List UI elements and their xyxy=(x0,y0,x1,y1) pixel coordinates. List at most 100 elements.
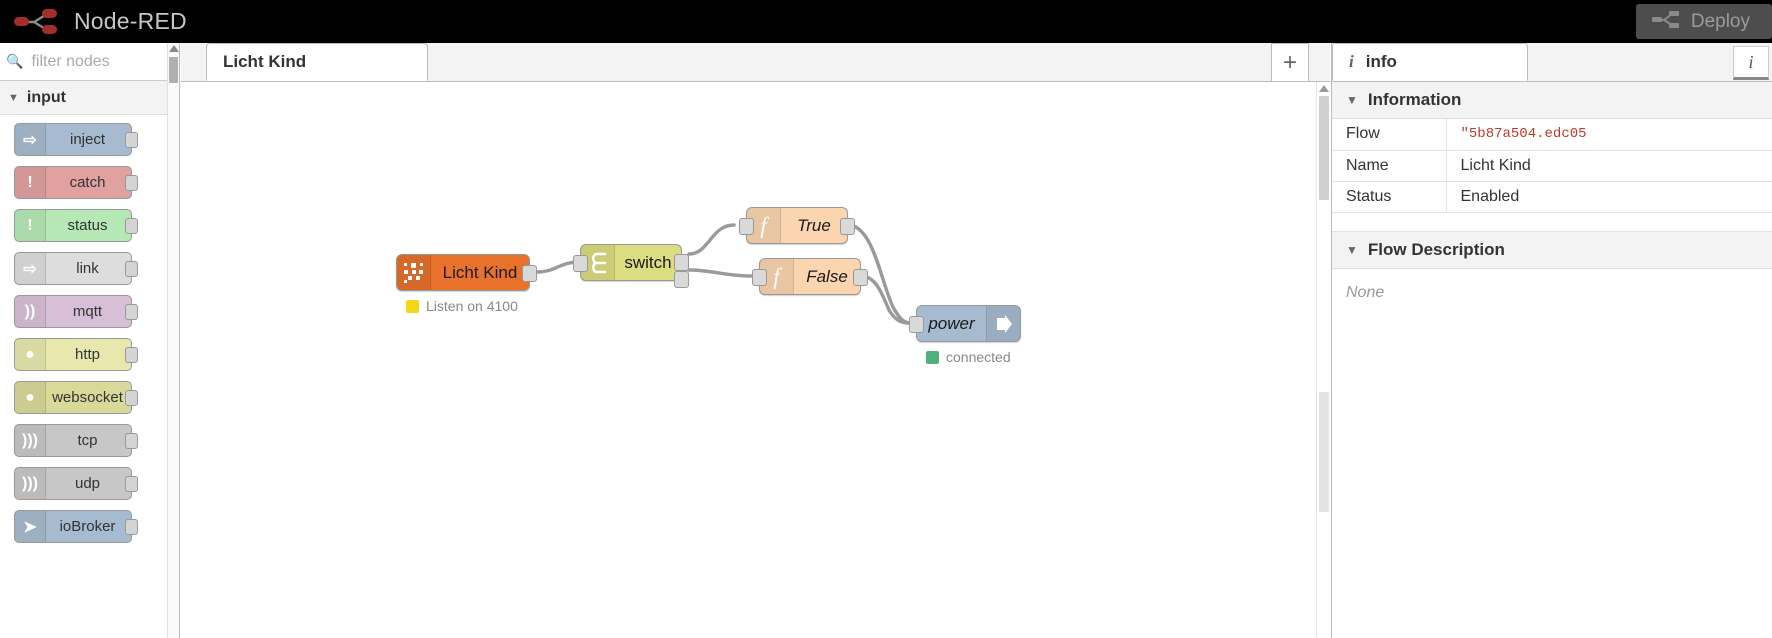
info-row-key: Name xyxy=(1332,150,1447,182)
node-input-port[interactable] xyxy=(573,255,588,272)
node-output-port-1[interactable] xyxy=(674,254,689,271)
palette-node-link[interactable]: ⇨ link xyxy=(14,252,138,285)
flow-node-switch[interactable]: switch xyxy=(573,244,689,288)
node-output-port[interactable] xyxy=(840,218,855,235)
status-dot xyxy=(406,299,419,313)
flow-node-label: False xyxy=(806,266,848,286)
palette-node-port xyxy=(125,390,138,406)
information-table: Flow "5b87a504.edc05 Name Licht Kind Status E… xyxy=(1332,119,1772,213)
node-output-port[interactable] xyxy=(522,265,537,282)
app-header: Node-RED Deploy xyxy=(0,0,1772,43)
arrow-right-icon xyxy=(986,306,1020,341)
tab-info[interactable]: i info xyxy=(1332,43,1528,81)
palette-node-port xyxy=(125,304,138,320)
deploy-icon xyxy=(1651,9,1680,35)
brand-logo-area: Node-RED xyxy=(0,8,187,36)
info-row-key: Status xyxy=(1332,181,1447,213)
palette-scroll-thumb[interactable] xyxy=(169,57,178,83)
tab-info-label: info xyxy=(1365,52,1397,71)
palette-node-port xyxy=(125,519,138,535)
node-output-port-2[interactable] xyxy=(674,271,689,288)
chevron-down-icon: ▼ xyxy=(8,91,19,104)
inject-arrow-icon: ⇨ xyxy=(15,124,46,155)
node-input-port[interactable] xyxy=(739,218,754,235)
section-title-flow-description: Flow Description xyxy=(1367,239,1505,259)
palette-scrollbar[interactable] xyxy=(167,43,179,638)
search-icon: 🔍 xyxy=(6,53,24,69)
palette-node-inject[interactable]: ⇨ inject xyxy=(14,123,138,156)
node-input-port[interactable] xyxy=(909,316,924,333)
palette-sidebar: 🔍 ▼ input ⇨ inject! catch ! status ⇨ link)) mqt… xyxy=(0,43,180,638)
chevron-down-icon: ▼ xyxy=(1346,93,1358,107)
node-input-port[interactable] xyxy=(752,269,767,286)
canvas-scrollbar[interactable] xyxy=(1316,82,1330,638)
palette-node-label: ioBroker xyxy=(59,518,116,535)
node-status-licht-kind: Listen on 4100 xyxy=(406,298,518,314)
palette-node-port xyxy=(125,347,138,363)
scroll-up-arrow-icon[interactable] xyxy=(1319,85,1329,92)
info-row-key: Flow xyxy=(1332,119,1447,151)
flow-tabbar: Licht Kind + xyxy=(181,43,1330,82)
palette-search-row[interactable]: 🔍 xyxy=(0,43,179,81)
flow-node-power[interactable]: power xyxy=(909,305,1021,342)
section-header-flow-description[interactable]: ▼ Flow Description xyxy=(1332,231,1772,269)
info-icon: i xyxy=(1748,51,1754,72)
alert-icon: ! xyxy=(15,167,46,198)
palette-node-websocket[interactable]: ● websocket xyxy=(14,381,138,414)
dots-grid-icon xyxy=(397,255,431,290)
flow-canvas[interactable]: Licht Kind Listen on 4100 switch f True f Fals… xyxy=(181,82,1330,638)
palette-node-udp[interactable]: ))) udp xyxy=(14,467,138,500)
status-dot xyxy=(926,350,939,364)
header-actions: Deploy xyxy=(1635,0,1772,43)
palette-node-port xyxy=(125,476,138,492)
palette-node-label: mqtt xyxy=(72,303,103,320)
sidebar-info-toggle-button[interactable]: i xyxy=(1733,46,1769,80)
canvas-scroll-thumb[interactable] xyxy=(1319,96,1329,200)
arrow-right-icon: ➤ xyxy=(15,511,46,542)
add-flow-button[interactable]: + xyxy=(1271,43,1309,81)
link-arrow-icon: ⇨ xyxy=(15,253,46,284)
deploy-button[interactable]: Deploy xyxy=(1635,4,1772,39)
flow-node-function-true[interactable]: f True xyxy=(739,207,855,244)
section-title-information: Information xyxy=(1367,90,1462,109)
palette-node-label: http xyxy=(74,346,101,363)
palette-node-iobroker[interactable]: ➤ ioBroker xyxy=(14,510,138,543)
flow-wires xyxy=(535,223,911,325)
flow-node-label: True xyxy=(797,215,831,235)
flow-node-licht-kind[interactable]: Licht Kind xyxy=(396,254,537,291)
palette-node-label: catch xyxy=(69,174,106,191)
scroll-up-arrow-icon[interactable] xyxy=(169,45,179,52)
signal-icon: ))) xyxy=(15,468,46,499)
canvas-scroll-thumb-lower[interactable] xyxy=(1319,392,1329,512)
node-status-power: connected xyxy=(926,349,1011,365)
info-row-value: Licht Kind xyxy=(1446,150,1772,182)
search-input[interactable] xyxy=(29,51,170,72)
palette-node-port xyxy=(125,175,138,191)
section-header-information[interactable]: ▼ Information xyxy=(1332,82,1772,119)
palette-node-label: link xyxy=(76,260,99,277)
palette-node-label: inject xyxy=(69,131,106,148)
palette-node-http[interactable]: ● http xyxy=(14,338,138,371)
palette-node-mqtt[interactable]: )) mqtt xyxy=(14,295,138,328)
node-status-text: Listen on 4100 xyxy=(426,298,518,314)
palette-node-tcp[interactable]: ))) tcp xyxy=(14,424,138,457)
node-output-port[interactable] xyxy=(853,269,868,286)
globe-icon: ● xyxy=(15,339,46,370)
palette-category-input[interactable]: ▼ input xyxy=(0,81,179,115)
info-row-value: Enabled xyxy=(1446,181,1772,213)
node-status-text: connected xyxy=(946,349,1011,365)
palette-node-status[interactable]: ! status xyxy=(14,209,138,242)
flow-tab-licht-kind[interactable]: Licht Kind xyxy=(206,43,428,81)
flow-node-function-false[interactable]: f False xyxy=(752,258,868,295)
flow-node-label: Licht Kind xyxy=(442,262,518,282)
brand-title: Node-RED xyxy=(74,8,187,34)
broadcast-icon: )) xyxy=(15,296,46,327)
palette-node-port xyxy=(125,433,138,449)
deploy-button-label: Deploy xyxy=(1690,10,1750,32)
info-row: Name Licht Kind xyxy=(1332,150,1772,182)
palette-node-catch[interactable]: ! catch xyxy=(14,166,138,199)
palette-category-label: input xyxy=(26,88,66,106)
info-row: Flow "5b87a504.edc05 xyxy=(1332,119,1772,151)
signal-icon: ))) xyxy=(15,425,46,456)
node-red-logo-icon xyxy=(14,8,60,36)
